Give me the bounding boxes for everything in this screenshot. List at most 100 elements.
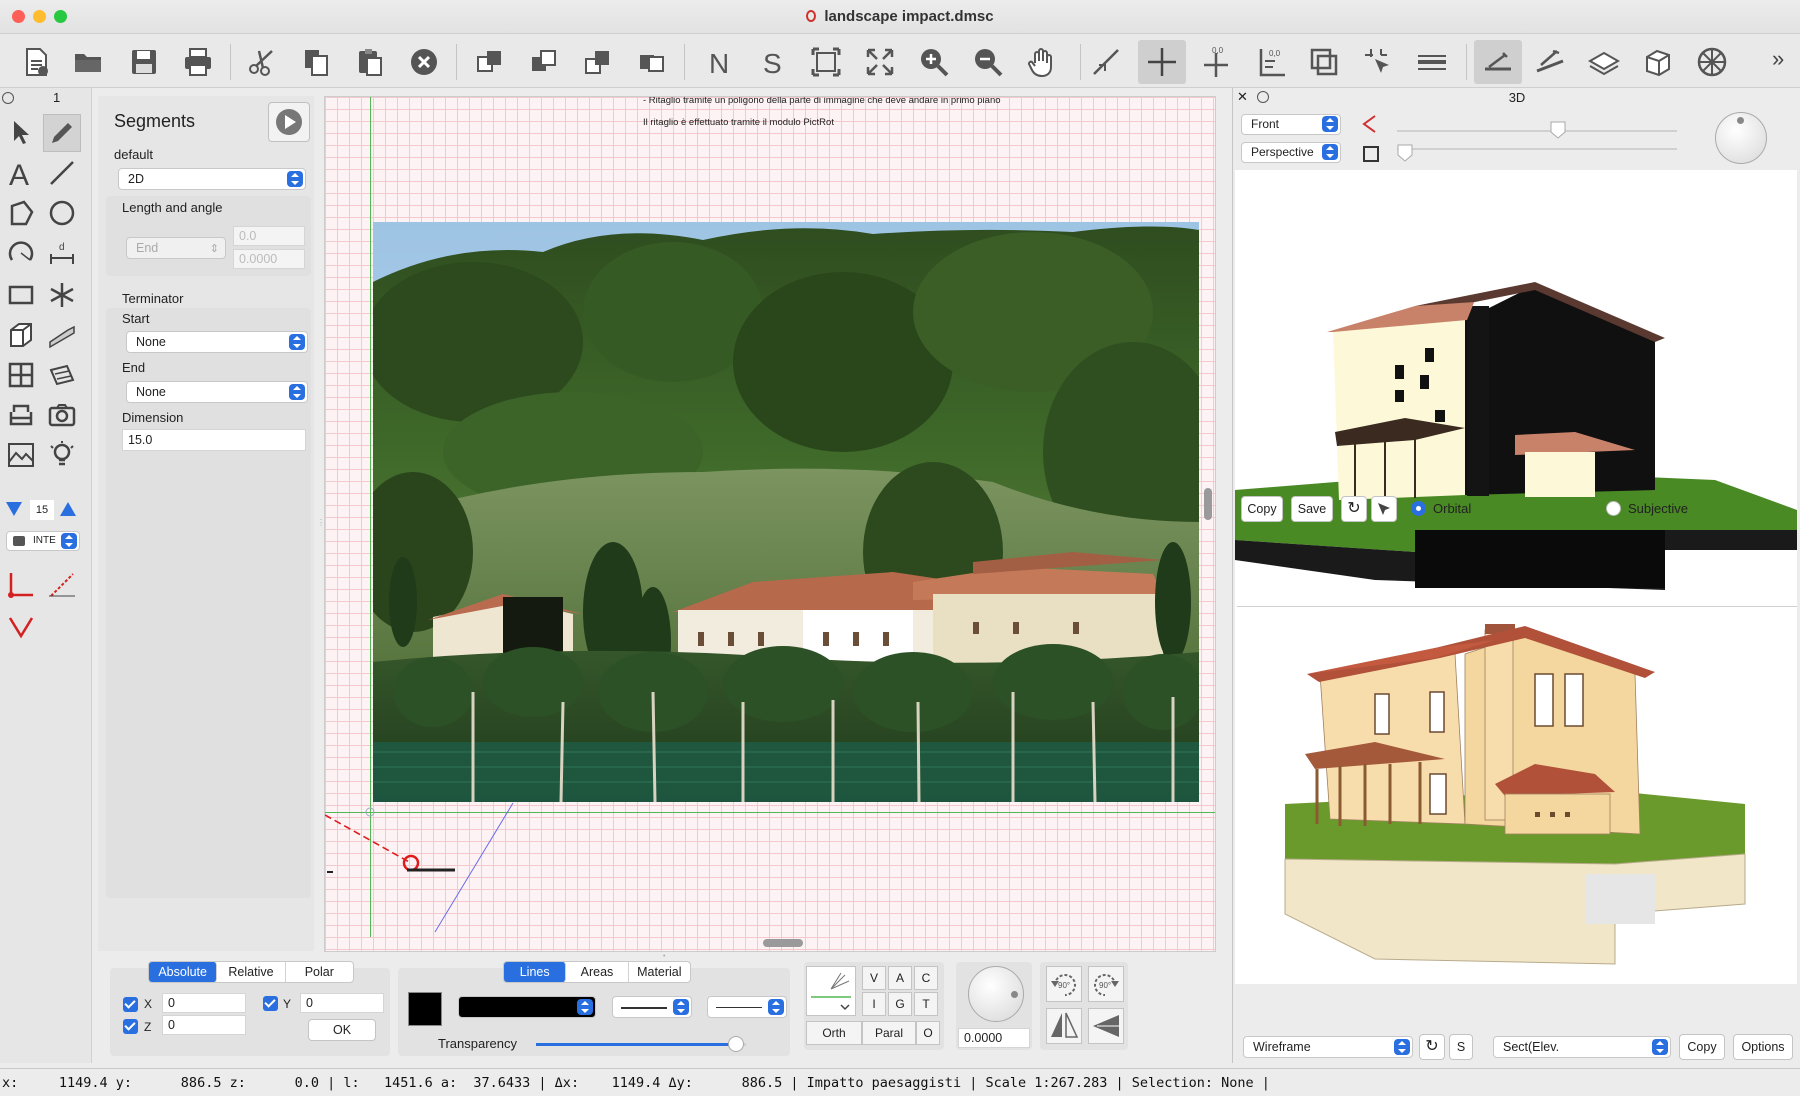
tab-material[interactable]: Material: [629, 962, 690, 982]
dimension-tool[interactable]: d: [43, 234, 81, 272]
z-input[interactable]: 0: [162, 1015, 246, 1035]
dimension-field[interactable]: 15.0: [122, 429, 306, 451]
fov-slider-track[interactable]: [1397, 130, 1677, 132]
mirror-horizontal-button[interactable]: [1046, 1008, 1082, 1044]
south-button[interactable]: S: [750, 40, 794, 84]
zoom-window-button[interactable]: [54, 10, 67, 23]
close-window-button[interactable]: [12, 10, 25, 23]
vertical-scrollbar[interactable]: [1204, 488, 1212, 520]
angle-input[interactable]: 0.0000: [958, 1028, 1030, 1048]
light-tool[interactable]: [43, 436, 81, 474]
end-select[interactable]: End ⇕: [126, 237, 226, 259]
zoom-out-button[interactable]: [966, 40, 1010, 84]
width-increase-button[interactable]: [60, 502, 76, 516]
refresh-render-button[interactable]: ↻: [1419, 1034, 1445, 1060]
copy-view-button[interactable]: Copy: [1241, 496, 1283, 522]
x-input[interactable]: 0: [162, 993, 246, 1013]
width-decrease-button[interactable]: [6, 502, 22, 516]
coordinate-mode-tabs[interactable]: Absolute Relative Polar: [148, 961, 354, 983]
fit-all-button[interactable]: [858, 40, 902, 84]
horizontal-scrollbar[interactable]: [763, 939, 803, 947]
detach-palette-icon[interactable]: [2, 92, 14, 104]
group-tool-b[interactable]: [522, 40, 566, 84]
snap-mode-select[interactable]: INTE: [6, 531, 80, 551]
subjective-radio[interactable]: [1606, 501, 1621, 516]
open-button[interactable]: [66, 40, 110, 84]
view-direction-select[interactable]: Front: [1241, 114, 1341, 135]
arc-tool[interactable]: [2, 234, 40, 272]
line-type-select[interactable]: [612, 996, 692, 1018]
section-select[interactable]: Sect(Elev.: [1493, 1036, 1671, 1058]
line-color-select[interactable]: [458, 996, 596, 1018]
view-preview-button[interactable]: [806, 966, 856, 1016]
fit-selection-button[interactable]: [804, 40, 848, 84]
pan-button[interactable]: [1020, 40, 1064, 84]
group-tool-d[interactable]: [630, 40, 674, 84]
run-button[interactable]: [268, 102, 310, 142]
layer-tool-3[interactable]: [1582, 40, 1626, 84]
point-tool-button[interactable]: 0,0: [1194, 40, 1238, 84]
key-i-button[interactable]: I: [862, 992, 886, 1016]
window-tool[interactable]: [2, 356, 40, 394]
extrude-tool[interactable]: [2, 316, 40, 354]
transparency-slider[interactable]: [536, 1036, 746, 1052]
options-button[interactable]: Options: [1733, 1034, 1793, 1060]
y-input[interactable]: 0: [300, 993, 384, 1013]
orthogonal-snap-tool[interactable]: [2, 566, 40, 604]
cut-button[interactable]: [240, 40, 284, 84]
rotate-ccw-90-button[interactable]: 90°: [1046, 966, 1082, 1002]
cross-tool-button[interactable]: [1138, 40, 1186, 84]
circle-tool[interactable]: [43, 194, 81, 232]
surface-tool[interactable]: [43, 356, 81, 394]
pointer-view-button[interactable]: [1371, 496, 1397, 522]
mode-select[interactable]: 2D: [118, 168, 306, 190]
rotation-dial[interactable]: [1715, 112, 1767, 164]
distance-slider-thumb[interactable]: [1397, 144, 1413, 162]
landscape-photo[interactable]: [373, 222, 1199, 802]
tab-polar[interactable]: Polar: [286, 962, 353, 982]
fov-slider-thumb[interactable]: [1550, 121, 1566, 139]
projection-select[interactable]: Perspective: [1241, 142, 1341, 163]
rectangle-tool[interactable]: [2, 276, 40, 314]
north-button[interactable]: N: [696, 40, 740, 84]
distance-slider-track[interactable]: [1397, 148, 1677, 150]
snap-tool-button[interactable]: [1356, 40, 1400, 84]
key-v-button[interactable]: V: [862, 966, 886, 990]
print-button[interactable]: [176, 40, 220, 84]
key-g-button[interactable]: G: [888, 992, 912, 1016]
paste-button[interactable]: [348, 40, 392, 84]
3d-render-view-top[interactable]: [1235, 170, 1797, 650]
copy-render-button[interactable]: Copy: [1679, 1034, 1725, 1060]
star-tool[interactable]: [43, 276, 81, 314]
ortho-tool-button[interactable]: 0,0: [1248, 40, 1292, 84]
ok-button[interactable]: OK: [308, 1019, 376, 1041]
key-t-button[interactable]: T: [914, 992, 938, 1016]
angle-dial[interactable]: [968, 966, 1024, 1022]
tab-relative[interactable]: Relative: [217, 962, 286, 982]
line-tool-button[interactable]: [1084, 40, 1128, 84]
delete-button[interactable]: [402, 40, 446, 84]
segment-tool[interactable]: [43, 154, 81, 192]
furniture-tool[interactable]: [2, 396, 40, 434]
angle-field[interactable]: 0.0000: [233, 249, 305, 269]
select-tool[interactable]: [2, 114, 40, 152]
key-c-button[interactable]: C: [914, 966, 938, 990]
tab-lines[interactable]: Lines: [504, 962, 567, 982]
y-checkbox[interactable]: [263, 996, 278, 1011]
orth-button[interactable]: Orth: [806, 1021, 862, 1045]
new-file-button[interactable]: [14, 40, 58, 84]
x-checkbox[interactable]: [123, 997, 138, 1012]
layer-tool-4[interactable]: [1636, 40, 1680, 84]
transparency-thumb[interactable]: [727, 1036, 744, 1052]
copy-button[interactable]: [294, 40, 338, 84]
splitter-handle-bottom[interactable]: •: [663, 953, 669, 960]
orbital-radio[interactable]: [1411, 501, 1426, 516]
z-checkbox[interactable]: [123, 1019, 138, 1034]
splitter-handle-left[interactable]: ⋮: [317, 518, 325, 530]
text-tool[interactable]: A: [2, 154, 40, 192]
refresh-view-button[interactable]: ↻: [1341, 496, 1367, 522]
key-a-button[interactable]: A: [888, 966, 912, 990]
terrain-tool[interactable]: [2, 436, 40, 474]
tab-areas[interactable]: Areas: [566, 962, 629, 982]
rotate-cw-90-button[interactable]: 90°: [1088, 966, 1124, 1002]
